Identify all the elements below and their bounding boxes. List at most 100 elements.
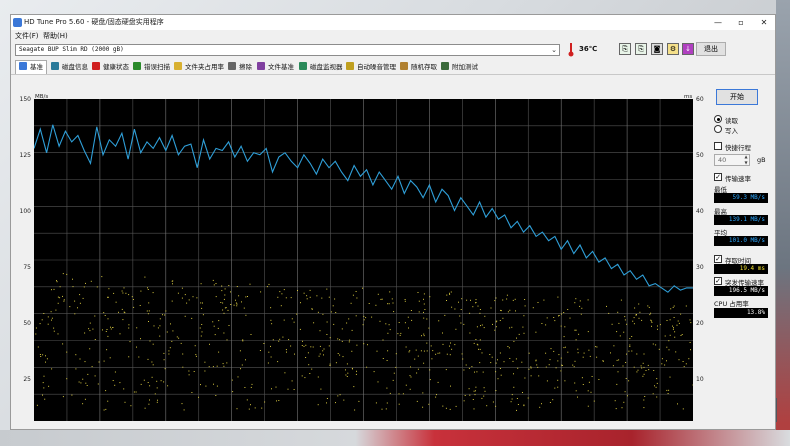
access-time-point xyxy=(276,400,277,402)
access-time-point xyxy=(216,365,218,367)
tab-folder-usage[interactable]: 文件夹占用率 xyxy=(174,61,224,73)
access-time-point xyxy=(159,325,161,327)
access-time-point xyxy=(94,375,96,377)
tab-label: 基准 xyxy=(30,63,43,71)
exit-button[interactable]: 退出 xyxy=(696,42,726,56)
access-time-point xyxy=(147,358,149,360)
access-time-point xyxy=(475,302,477,303)
access-time-point xyxy=(564,326,566,328)
access-time-point xyxy=(194,345,196,347)
close-button[interactable]: ✕ xyxy=(754,16,774,29)
copy-text-icon[interactable]: ⎘ xyxy=(619,43,631,55)
drive-select[interactable]: Seagate BUP Slim RD (2000 gB) ⌄ xyxy=(15,44,560,56)
tab-disk-monitor[interactable]: 磁盘监视器 xyxy=(299,61,343,73)
tab-label: 文件夹占用率 xyxy=(185,63,224,71)
access-time-point xyxy=(186,302,188,304)
tab-health[interactable]: 健康状态 xyxy=(92,61,129,73)
start-button[interactable]: 开始 xyxy=(716,89,758,105)
access-time-point xyxy=(657,328,658,330)
tab-erase[interactable]: 擦除 xyxy=(228,61,252,73)
access-time-point xyxy=(329,365,331,366)
tab-benchmark[interactable]: 基准 xyxy=(15,60,47,74)
access-time-point xyxy=(248,408,250,410)
write-radio[interactable] xyxy=(714,125,722,133)
options-icon[interactable]: ⚙ xyxy=(667,43,679,55)
access-time-point xyxy=(329,363,331,365)
access-time-point xyxy=(89,322,91,324)
tab-aam[interactable]: 自动噪音管理 xyxy=(346,61,396,73)
access-time-point xyxy=(481,324,483,326)
access-time-point xyxy=(619,335,621,337)
access-time-point xyxy=(62,295,63,297)
temperature-value: 36℃ xyxy=(579,45,598,53)
spinner-arrows-icon[interactable]: ▲ ▼ xyxy=(742,154,750,166)
access-time-point xyxy=(56,281,58,283)
access-time-point xyxy=(449,408,451,410)
access-time-point xyxy=(124,401,126,403)
access-time-point xyxy=(405,346,407,348)
access-time-point xyxy=(53,330,55,332)
menu-help[interactable]: 帮助(H) xyxy=(43,31,68,41)
access-time-point xyxy=(343,399,345,401)
minimize-button[interactable]: — xyxy=(708,16,728,29)
save-icon[interactable]: ↓ xyxy=(682,43,694,55)
access-time-point xyxy=(528,352,530,354)
access-time-point xyxy=(218,320,220,322)
tab-disk-info[interactable]: 磁盘信息 xyxy=(51,61,88,73)
tab-extra-tests[interactable]: 附加测试 xyxy=(441,61,478,73)
access-time-point xyxy=(410,366,411,368)
access-time-point xyxy=(557,386,559,388)
burst-rate-checkbox[interactable]: ✓ xyxy=(714,277,722,285)
access-time-point xyxy=(423,293,425,295)
access-time-point xyxy=(128,356,130,358)
access-time-point xyxy=(342,356,344,358)
access-time-point xyxy=(57,333,59,335)
menu-file[interactable]: 文件(F) xyxy=(15,31,39,41)
access-time-point xyxy=(238,295,240,297)
access-time-point xyxy=(690,349,691,351)
access-time-point xyxy=(482,371,484,373)
transfer-rate-checkbox[interactable]: ✓ xyxy=(714,173,722,181)
access-time-point xyxy=(88,328,90,330)
access-time-point xyxy=(149,385,151,387)
access-time-point xyxy=(618,322,620,324)
access-time-point xyxy=(249,283,251,285)
access-time-point xyxy=(479,309,481,310)
access-time-point xyxy=(47,316,49,318)
access-time-point xyxy=(311,368,313,370)
access-time-point xyxy=(495,371,497,373)
access-time-point xyxy=(222,302,224,304)
access-time-point xyxy=(388,303,390,305)
access-time-point xyxy=(140,383,142,385)
camera-icon[interactable]: ◙ xyxy=(651,43,663,55)
access-time-point xyxy=(502,299,504,301)
copy-info-icon[interactable]: ⎘ xyxy=(635,43,647,55)
access-time-point xyxy=(554,387,556,389)
access-time-point xyxy=(376,350,378,352)
read-radio[interactable] xyxy=(714,115,722,123)
access-time-point xyxy=(429,369,431,371)
access-time-point xyxy=(348,318,350,320)
access-time-point xyxy=(213,325,215,327)
access-time-point xyxy=(666,389,668,391)
access-time-point xyxy=(673,305,675,307)
access-time-point xyxy=(222,309,224,311)
access-time-point xyxy=(462,358,464,360)
access-time-point xyxy=(300,302,301,304)
short-stroke-checkbox[interactable] xyxy=(714,142,722,150)
tab-error-scan[interactable]: 错误扫描 xyxy=(133,61,170,73)
tab-random-access[interactable]: 随机存取 xyxy=(400,61,437,73)
access-time-checkbox[interactable]: ✓ xyxy=(714,255,722,263)
access-time-point xyxy=(260,291,262,293)
access-time-point xyxy=(543,299,545,301)
access-time-point xyxy=(205,385,207,387)
access-time-point xyxy=(147,287,148,289)
maximize-button[interactable]: ▫ xyxy=(731,16,751,29)
write-label: 写入 xyxy=(725,127,738,135)
access-time-point xyxy=(404,300,406,302)
access-time-point xyxy=(339,394,341,396)
access-time-point xyxy=(587,390,589,392)
tab-file-benchmark[interactable]: 文件基准 xyxy=(257,61,294,73)
access-time-point xyxy=(475,386,477,388)
access-time-point xyxy=(564,346,566,348)
